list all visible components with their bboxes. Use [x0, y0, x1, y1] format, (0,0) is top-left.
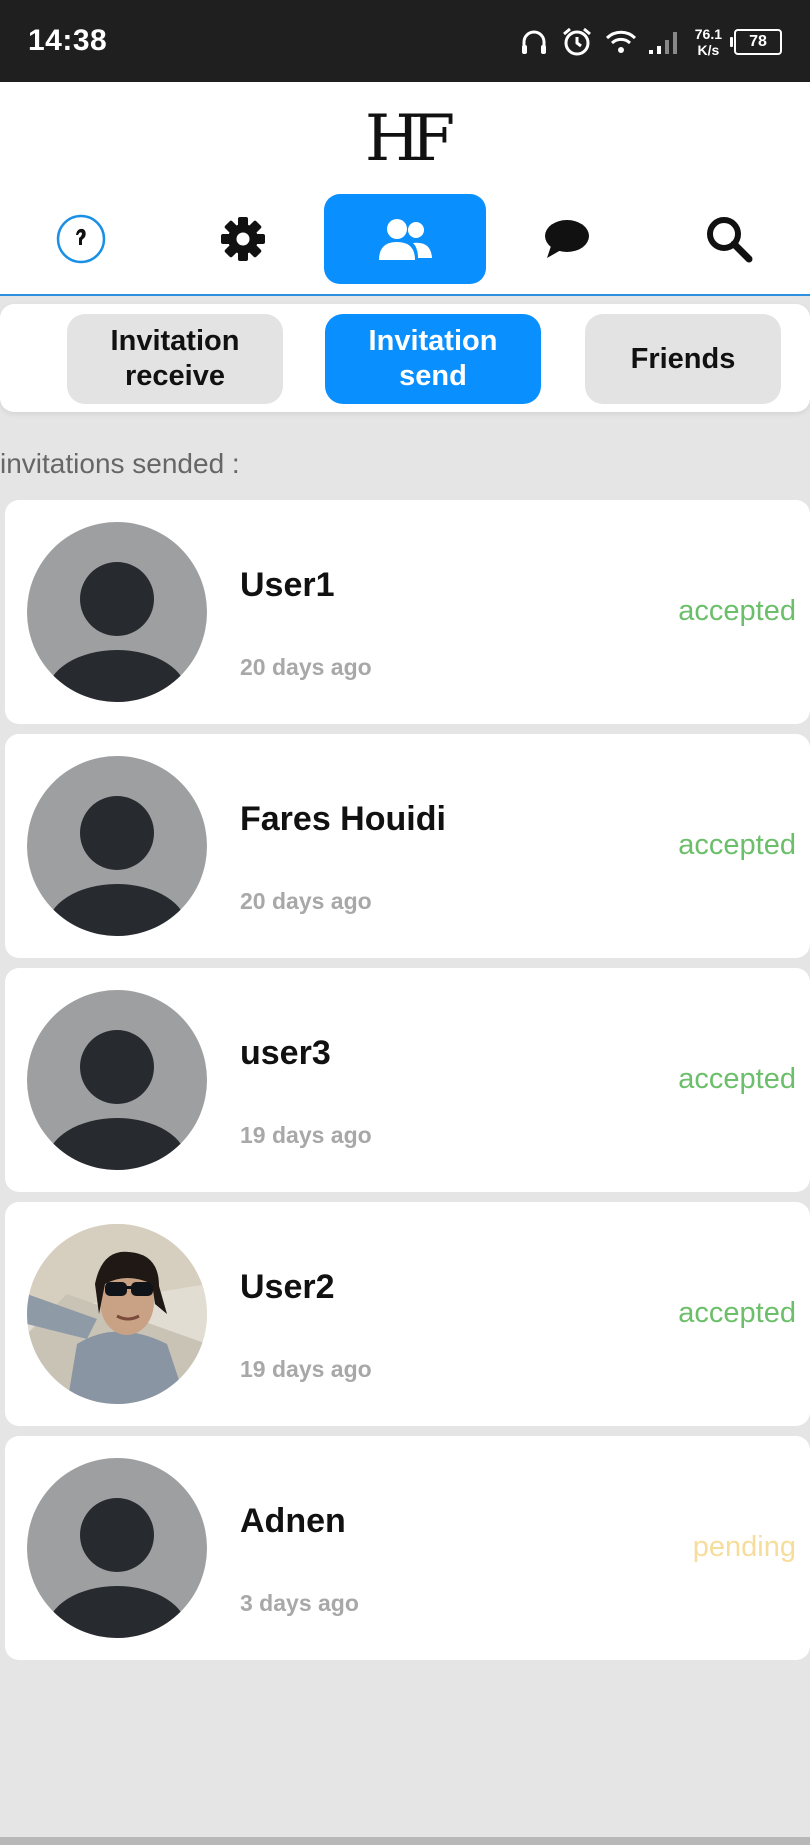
headphones-icon	[521, 30, 546, 54]
user-photo	[27, 1224, 207, 1404]
wifi-icon	[605, 30, 636, 53]
signal-icon	[648, 32, 677, 54]
status-time: 14:38	[28, 24, 108, 57]
nav-friends[interactable]	[324, 194, 486, 284]
invitation-time-ago: 20 days ago	[240, 654, 372, 680]
nav-settings[interactable]	[162, 194, 324, 284]
bottom-edge	[0, 1837, 810, 1845]
person-silhouette-icon	[47, 1498, 187, 1638]
invitation-status: accepted	[678, 1063, 796, 1095]
invitation-card[interactable]: User1 20 days ago accepted	[5, 500, 810, 724]
invitation-status: accepted	[678, 1297, 796, 1329]
person-silhouette-icon	[47, 796, 187, 936]
invitation-status: accepted	[678, 829, 796, 861]
nav-messages[interactable]	[486, 194, 648, 284]
nav-underline	[0, 294, 810, 296]
invitation-name: Adnen	[240, 1502, 346, 1540]
tab-friends[interactable]: Friends	[585, 314, 781, 404]
tab-bar: Invitation receive Invitation send Frien…	[0, 304, 810, 412]
tab-invitation-receive[interactable]: Invitation receive	[67, 314, 283, 404]
person-silhouette-icon	[47, 562, 187, 702]
tab-invitation-send[interactable]: Invitation send	[325, 314, 541, 404]
user-photo-avatar	[27, 1224, 207, 1404]
invitation-card[interactable]: User2 19 days ago accepted	[5, 1202, 810, 1426]
invitation-status: pending	[692, 1531, 796, 1563]
nav-search[interactable]	[648, 194, 810, 284]
invitation-card[interactable]: Adnen 3 days ago pending	[5, 1436, 810, 1660]
invitation-card[interactable]: user3 19 days ago accepted	[5, 968, 810, 1192]
app-logo: HF	[364, 102, 455, 176]
invitation-name: user3	[240, 1034, 331, 1072]
app-header: HF	[0, 82, 810, 296]
nav-profile[interactable]	[0, 194, 162, 284]
person-silhouette-icon	[47, 1030, 187, 1170]
profile-avatar-icon	[56, 214, 106, 264]
net-speed-unit: K/s	[697, 42, 720, 58]
invitation-name: User2	[240, 1268, 335, 1306]
default-avatar	[27, 756, 207, 936]
status-icons: 76.1 K/s 78	[519, 22, 782, 62]
invitation-status: accepted	[678, 595, 796, 627]
alarm-icon	[562, 27, 591, 56]
invitation-time-ago: 19 days ago	[240, 1356, 372, 1382]
chat-bubble-icon	[545, 220, 589, 258]
default-avatar	[27, 522, 207, 702]
default-avatar	[27, 990, 207, 1170]
section-label: invitations sended :	[0, 448, 240, 479]
default-avatar	[27, 1458, 207, 1638]
invitation-time-ago: 3 days ago	[240, 1590, 359, 1616]
invitation-name: User1	[240, 566, 335, 604]
gear-icon	[221, 217, 265, 261]
users-icon	[379, 219, 432, 260]
net-speed-value: 76.1	[694, 26, 722, 42]
invitation-name: Fares Houidi	[240, 800, 446, 838]
invitation-time-ago: 20 days ago	[240, 888, 372, 914]
invitation-time-ago: 19 days ago	[240, 1122, 372, 1148]
network-speed: 76.1 K/s	[695, 26, 722, 58]
search-icon	[707, 217, 753, 263]
battery-indicator: 78	[730, 29, 782, 55]
invitation-card[interactable]: Fares Houidi 20 days ago accepted	[5, 734, 810, 958]
status-bar: 14:38 76.1 K/s 78	[0, 0, 810, 82]
